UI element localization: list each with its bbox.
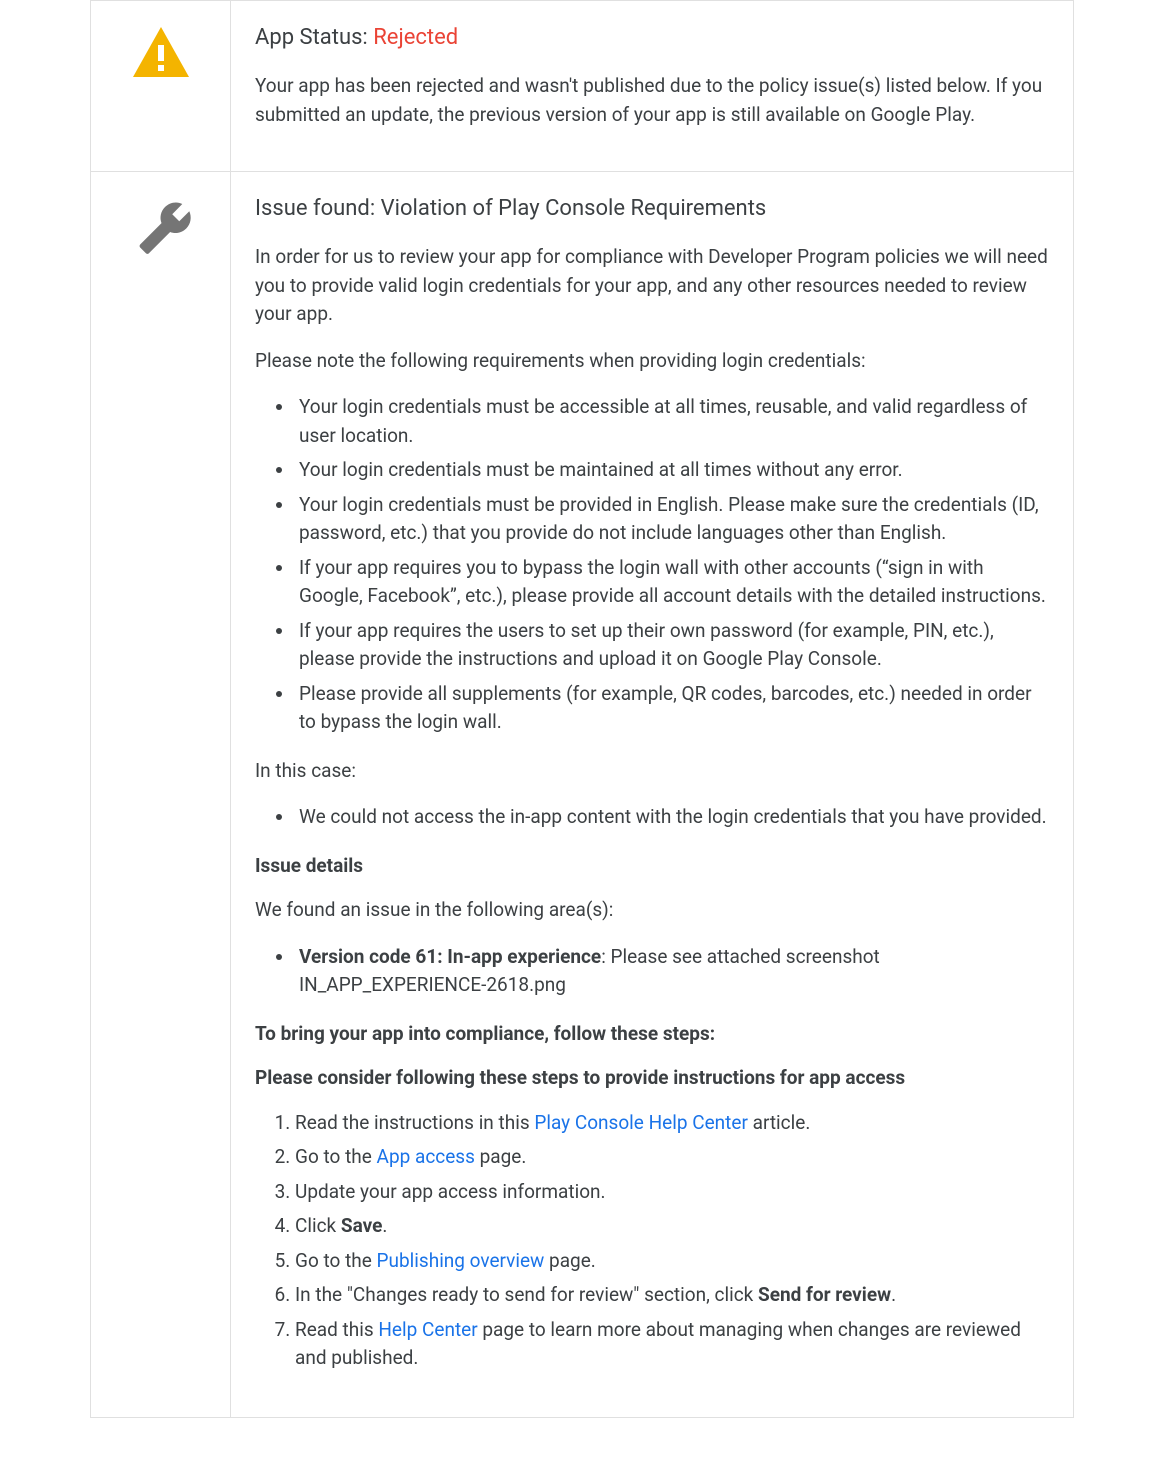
requirements-list: Your login credentials must be accessibl… [255, 393, 1049, 737]
play-console-help-link[interactable]: Play Console Help Center [534, 1111, 748, 1134]
notice-table: App Status: Rejected Your app has been r… [90, 0, 1074, 1418]
in-this-case-label: In this case: [255, 757, 1049, 786]
list-item: In the "Changes ready to send for review… [295, 1281, 1049, 1310]
app-status-title: App Status: Rejected [255, 21, 1049, 54]
in-this-case-list: We could not access the in-app content w… [255, 803, 1049, 832]
status-label: App Status: [255, 25, 373, 50]
issue-title: Issue found: Violation of Play Console R… [255, 192, 1049, 225]
list-item: Your login credentials must be accessibl… [295, 393, 1049, 450]
list-item: We could not access the in-app content w… [295, 803, 1049, 832]
send-for-review-label: Send for review [758, 1283, 891, 1306]
list-item: Your login credentials must be maintaine… [295, 456, 1049, 485]
steps-list: Read the instructions in this Play Conso… [255, 1109, 1049, 1373]
wrench-icon [128, 200, 193, 256]
list-item: Please provide all supplements (for exam… [295, 680, 1049, 737]
consider-heading: Please consider following these steps to… [255, 1064, 1049, 1093]
save-label: Save [341, 1214, 383, 1237]
publishing-overview-link[interactable]: Publishing overview [377, 1249, 545, 1272]
list-item: Go to the Publishing overview page. [295, 1247, 1049, 1276]
list-item: Read this Help Center page to learn more… [295, 1316, 1049, 1373]
list-item: Go to the App access page. [295, 1143, 1049, 1172]
issue-details-list: Version code 61: In-app experience: Plea… [255, 943, 1049, 1000]
status-description: Your app has been rejected and wasn't pu… [255, 72, 1049, 129]
list-item: If your app requires you to bypass the l… [295, 554, 1049, 611]
issue-intro: In order for us to review your app for c… [255, 243, 1049, 329]
list-item: Your login credentials must be provided … [295, 491, 1049, 548]
version-code-label: Version code 61: In-app experience [299, 945, 601, 968]
list-item: Read the instructions in this Play Conso… [295, 1109, 1049, 1138]
issue-details-lead: We found an issue in the following area(… [255, 896, 1049, 925]
list-item: Update your app access information. [295, 1178, 1049, 1207]
list-item: Version code 61: In-app experience: Plea… [295, 943, 1049, 1000]
compliance-heading: To bring your app into compliance, follo… [255, 1020, 1049, 1049]
list-item: Click Save. [295, 1212, 1049, 1241]
list-item: If your app requires the users to set up… [295, 617, 1049, 674]
issue-details-heading: Issue details [255, 852, 1049, 881]
warning-icon [131, 61, 191, 84]
status-value: Rejected [373, 25, 458, 50]
help-center-link[interactable]: Help Center [378, 1318, 477, 1341]
requirements-lead: Please note the following requirements w… [255, 347, 1049, 376]
app-access-link[interactable]: App access [377, 1145, 475, 1168]
